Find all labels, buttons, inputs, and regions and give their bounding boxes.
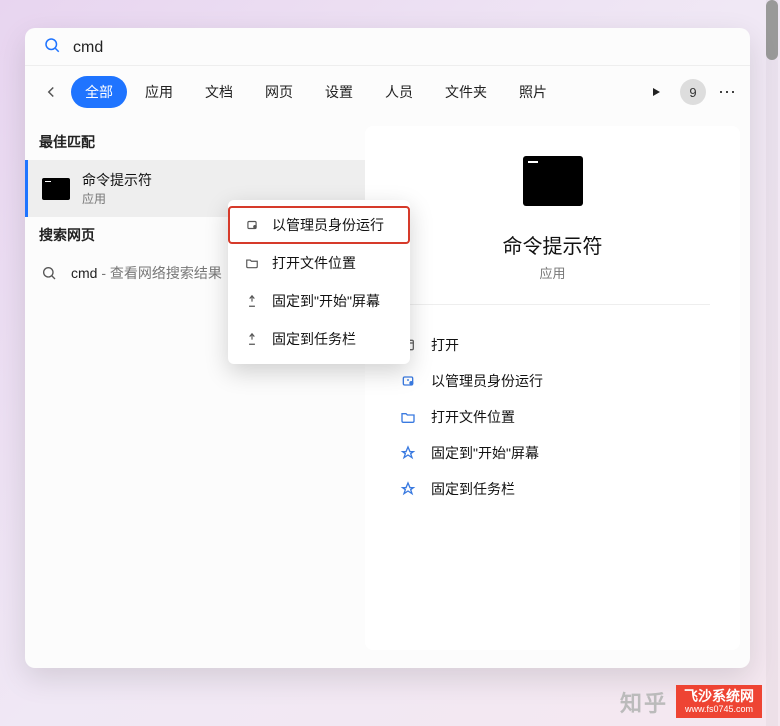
action-label: 固定到任务栏 (431, 479, 515, 499)
tab-apps[interactable]: 应用 (131, 76, 187, 108)
action-open[interactable]: 打开 (395, 327, 710, 363)
pin-icon (399, 445, 417, 461)
tab-web[interactable]: 网页 (251, 76, 307, 108)
content-area: 最佳匹配 命令提示符 应用 搜索网页 cmd - 查看网络搜索结果 命令提示符 (25, 116, 750, 660)
more-button[interactable]: ⋯ (716, 80, 740, 104)
pin-icon (244, 332, 260, 346)
search-icon (39, 265, 59, 281)
tab-photos[interactable]: 照片 (505, 76, 561, 108)
context-item-label: 以管理员身份运行 (272, 215, 384, 235)
context-item-label: 打开文件位置 (272, 253, 356, 273)
preview-subtitle: 应用 (375, 263, 730, 282)
back-button[interactable] (35, 76, 67, 108)
result-title: 命令提示符 (82, 170, 152, 190)
shield-icon (244, 218, 260, 232)
action-run-as-admin[interactable]: 以管理员身份运行 (395, 363, 710, 399)
folder-icon (399, 409, 417, 425)
context-item-label: 固定到"开始"屏幕 (272, 291, 380, 311)
preview-title: 命令提示符 (375, 230, 730, 259)
result-subtitle: 应用 (82, 190, 152, 207)
play-button[interactable] (642, 78, 670, 106)
context-open-file-location[interactable]: 打开文件位置 (228, 244, 410, 282)
context-pin-to-start[interactable]: 固定到"开始"屏幕 (228, 282, 410, 320)
notification-badge[interactable]: 9 (680, 79, 706, 105)
context-menu: 以管理员身份运行 打开文件位置 固定到"开始"屏幕 固定到任务栏 (228, 200, 410, 364)
search-icon (43, 36, 61, 59)
filter-tabs: 全部 应用 文档 网页 设置 人员 文件夹 照片 (71, 76, 561, 108)
preview-card: 命令提示符 应用 打开 以管理员身份运行 打开文件位置 (365, 126, 740, 650)
page-scrollbar-track (766, 0, 778, 726)
tab-people[interactable]: 人员 (371, 76, 427, 108)
tabs-row: 全部 应用 文档 网页 设置 人员 文件夹 照片 9 ⋯ (25, 66, 750, 116)
preview-column: 命令提示符 应用 打开 以管理员身份运行 打开文件位置 (365, 116, 750, 660)
web-search-text: cmd - 查看网络搜索结果 (71, 263, 222, 283)
preview-action-list: 打开 以管理员身份运行 打开文件位置 固定到"开始"屏幕 (375, 327, 730, 507)
context-pin-to-taskbar[interactable]: 固定到任务栏 (228, 320, 410, 358)
terminal-icon (523, 156, 583, 206)
context-run-as-admin[interactable]: 以管理员身份运行 (228, 206, 410, 244)
zhihu-watermark: 知乎 (620, 686, 668, 718)
tab-documents[interactable]: 文档 (191, 76, 247, 108)
shield-icon (399, 373, 417, 389)
action-pin-to-start[interactable]: 固定到"开始"屏幕 (395, 435, 710, 471)
action-label: 打开文件位置 (431, 407, 515, 427)
tab-folders[interactable]: 文件夹 (431, 76, 501, 108)
divider (395, 304, 710, 305)
action-label: 固定到"开始"屏幕 (431, 443, 539, 463)
pin-icon (399, 481, 417, 497)
action-open-file-location[interactable]: 打开文件位置 (395, 399, 710, 435)
search-input[interactable] (73, 39, 732, 57)
page-scrollbar-thumb[interactable] (766, 0, 778, 60)
action-label: 以管理员身份运行 (431, 371, 543, 391)
context-item-label: 固定到任务栏 (272, 329, 356, 349)
results-column: 最佳匹配 命令提示符 应用 搜索网页 cmd - 查看网络搜索结果 (25, 116, 365, 660)
search-bar (25, 30, 750, 66)
pin-icon (244, 294, 260, 308)
folder-icon (244, 256, 260, 270)
tab-all[interactable]: 全部 (71, 76, 127, 108)
tab-settings[interactable]: 设置 (311, 76, 367, 108)
action-pin-to-taskbar[interactable]: 固定到任务栏 (395, 471, 710, 507)
brand-watermark: 飞沙系统网 www.fs0745.com (676, 685, 762, 718)
terminal-icon (42, 178, 70, 200)
watermark: 知乎 飞沙系统网 www.fs0745.com (620, 685, 762, 718)
action-label: 打开 (431, 335, 459, 355)
best-match-label: 最佳匹配 (25, 124, 365, 160)
